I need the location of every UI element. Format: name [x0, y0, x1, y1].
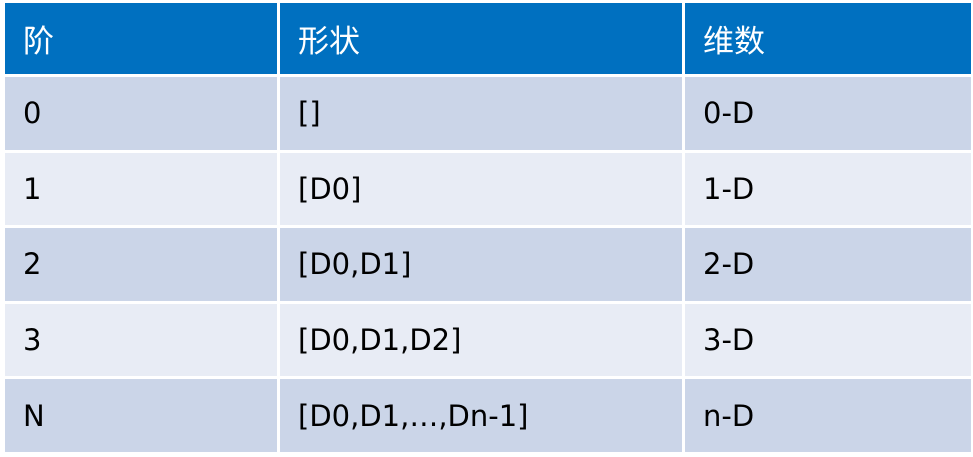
- cell-dimension: 3-D: [682, 300, 973, 380]
- cell-rank: 0: [2, 74, 280, 153]
- table-body: 0 [] 0-D 1 [D0] 1-D 2 [D0,D1] 2-D 3 [D0,…: [2, 74, 973, 455]
- header-dimension: 维数: [682, 0, 973, 77]
- header-rank: 阶: [2, 0, 280, 77]
- cell-shape: [D0,D1]: [277, 225, 685, 304]
- header-row: 阶 形状 维数: [2, 0, 973, 77]
- table-row: 1 [D0] 1-D: [2, 149, 973, 229]
- cell-shape: [D0]: [277, 149, 685, 229]
- table-row: 2 [D0,D1] 2-D: [2, 225, 973, 304]
- cell-dimension: 2-D: [682, 225, 973, 304]
- table-row: N [D0,D1,…,Dn-1] n-D: [2, 376, 973, 455]
- header-shape: 形状: [277, 0, 685, 77]
- rank-shape-dimension-table: 阶 形状 维数 0 [] 0-D 1 [D0] 1-D 2 [D0,D1] 2-…: [2, 0, 973, 455]
- table-row: 0 [] 0-D: [2, 74, 973, 153]
- cell-shape: [D0,D1,D2]: [277, 300, 685, 380]
- cell-dimension: 1-D: [682, 149, 973, 229]
- cell-dimension: 0-D: [682, 74, 973, 153]
- cell-dimension: n-D: [682, 376, 973, 455]
- table-row: 3 [D0,D1,D2] 3-D: [2, 300, 973, 380]
- cell-rank: 2: [2, 225, 280, 304]
- cell-shape: [D0,D1,…,Dn-1]: [277, 376, 685, 455]
- cell-rank: N: [2, 376, 280, 455]
- table-header: 阶 形状 维数: [2, 0, 973, 77]
- cell-shape: []: [277, 74, 685, 153]
- cell-rank: 1: [2, 149, 280, 229]
- cell-rank: 3: [2, 300, 280, 380]
